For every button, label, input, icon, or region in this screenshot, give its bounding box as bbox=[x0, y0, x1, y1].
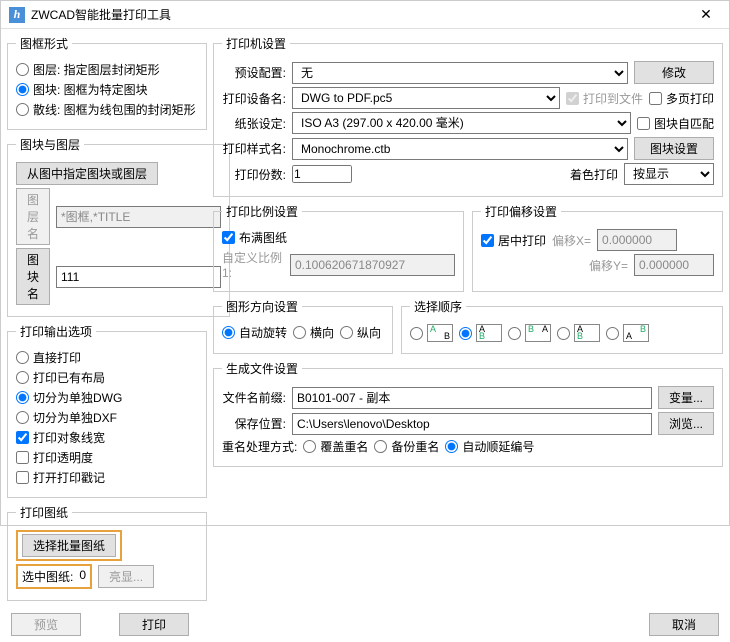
titlebar: h ZWCAD智能批量打印工具 ✕ bbox=[1, 1, 729, 29]
frame-opt-block[interactable]: 图块: 图框为特定图块 bbox=[16, 81, 148, 98]
copies-input[interactable] bbox=[292, 165, 352, 183]
frame-opt-layer[interactable]: 图层: 指定图层封闭矩形 bbox=[16, 61, 160, 78]
sheets-group: 打印图纸 选择批量图纸 选中图纸:0亮显... bbox=[7, 504, 207, 601]
frame-form-legend: 图框形式 bbox=[16, 35, 72, 52]
layer-name-input bbox=[56, 206, 221, 228]
out-dxf[interactable]: 切分为单独DXF bbox=[16, 409, 117, 426]
order-2[interactable] bbox=[459, 324, 502, 342]
browse-button[interactable]: 浏览... bbox=[658, 412, 714, 435]
block-settings-button[interactable]: 图块设置 bbox=[634, 137, 714, 160]
print-to-file: 打印到文件 bbox=[566, 90, 643, 107]
out-stamp[interactable]: 打开打印戳记 bbox=[16, 469, 105, 486]
fit-paper[interactable]: 布满图纸 bbox=[222, 229, 287, 246]
order-group: 选择顺序 bbox=[401, 298, 723, 354]
output-options-group: 打印输出选项 直接打印 打印已有布局 切分为单独DWG 切分为单独DXF 打印对… bbox=[7, 323, 207, 498]
center-print[interactable]: 居中打印 bbox=[481, 232, 546, 249]
highlight-button: 亮显... bbox=[98, 565, 154, 588]
orientation-group: 图形方向设置 自动旋转 横向 纵向 bbox=[213, 298, 393, 354]
multi-page[interactable]: 多页打印 bbox=[649, 90, 714, 107]
custom-scale-input bbox=[290, 254, 455, 276]
out-lineweight[interactable]: 打印对象线宽 bbox=[16, 429, 105, 446]
selected-count: 0 bbox=[79, 568, 86, 585]
variable-button[interactable]: 变量... bbox=[658, 386, 714, 409]
window-title: ZWCAD智能批量打印工具 bbox=[31, 6, 691, 23]
print-button[interactable]: 打印 bbox=[119, 613, 189, 636]
offset-y-input bbox=[634, 254, 714, 276]
block-layer-group: 图块与图层 从图中指定图块或图层 图层名 图块名 bbox=[7, 136, 230, 317]
out-transparency[interactable]: 打印透明度 bbox=[16, 449, 93, 466]
out-layout[interactable]: 打印已有布局 bbox=[16, 369, 105, 386]
scale-group: 打印比例设置 布满图纸 自定义比例1: bbox=[213, 203, 464, 292]
frame-form-group: 图框形式 图层: 指定图层封闭矩形 图块: 图框为特定图块 散线: 图框为线包围… bbox=[7, 35, 207, 130]
orient-h[interactable]: 横向 bbox=[293, 324, 334, 341]
generate-group: 生成文件设置 文件名前缀:变量... 保存位置:浏览... 重名处理方式: 覆盖… bbox=[213, 360, 723, 467]
layer-name-button: 图层名 bbox=[16, 188, 50, 245]
offset-group: 打印偏移设置 居中打印偏移X= 偏移Y= bbox=[472, 203, 723, 292]
orient-v[interactable]: 纵向 bbox=[340, 324, 381, 341]
dup-backup[interactable]: 备份重名 bbox=[374, 438, 439, 455]
paper-select[interactable]: ISO A3 (297.00 x 420.00 毫米) bbox=[292, 112, 631, 134]
preset-select[interactable]: 无 bbox=[292, 62, 628, 84]
cancel-button[interactable]: 取消 bbox=[649, 613, 719, 636]
close-button[interactable]: ✕ bbox=[691, 6, 721, 23]
selected-label: 选中图纸: bbox=[22, 568, 73, 585]
select-sheets-button[interactable]: 选择批量图纸 bbox=[22, 534, 116, 557]
path-input[interactable] bbox=[292, 413, 652, 435]
modify-button[interactable]: 修改 bbox=[634, 61, 714, 84]
dup-auto[interactable]: 自动顺延编号 bbox=[445, 438, 534, 455]
order-1[interactable] bbox=[410, 324, 453, 342]
app-icon: h bbox=[9, 7, 25, 23]
style-select[interactable]: Monochrome.ctb bbox=[292, 138, 628, 160]
frame-opt-line[interactable]: 散线: 图框为线包围的封闭矩形 bbox=[16, 101, 196, 118]
order-3[interactable] bbox=[508, 324, 551, 342]
preview-button: 预览 bbox=[11, 613, 81, 636]
offset-x-input bbox=[597, 229, 677, 251]
block-name-button[interactable]: 图块名 bbox=[16, 248, 50, 305]
out-direct[interactable]: 直接打印 bbox=[16, 349, 81, 366]
order-4[interactable] bbox=[557, 324, 600, 342]
shade-select[interactable]: 按显示 bbox=[624, 163, 714, 185]
out-dwg[interactable]: 切分为单独DWG bbox=[16, 389, 122, 406]
device-select[interactable]: DWG to PDF.pc5 bbox=[292, 87, 560, 109]
block-name-input[interactable] bbox=[56, 266, 221, 288]
dup-overwrite[interactable]: 覆盖重名 bbox=[303, 438, 368, 455]
prefix-input[interactable] bbox=[292, 387, 652, 409]
order-5[interactable] bbox=[606, 324, 649, 342]
block-automatch[interactable]: 图块自匹配 bbox=[637, 115, 714, 132]
printer-group: 打印机设置 预设配置:无修改 打印设备名:DWG to PDF.pc5打印到文件… bbox=[213, 35, 723, 197]
orient-auto[interactable]: 自动旋转 bbox=[222, 324, 287, 341]
pick-from-drawing-button[interactable]: 从图中指定图块或图层 bbox=[16, 162, 158, 185]
